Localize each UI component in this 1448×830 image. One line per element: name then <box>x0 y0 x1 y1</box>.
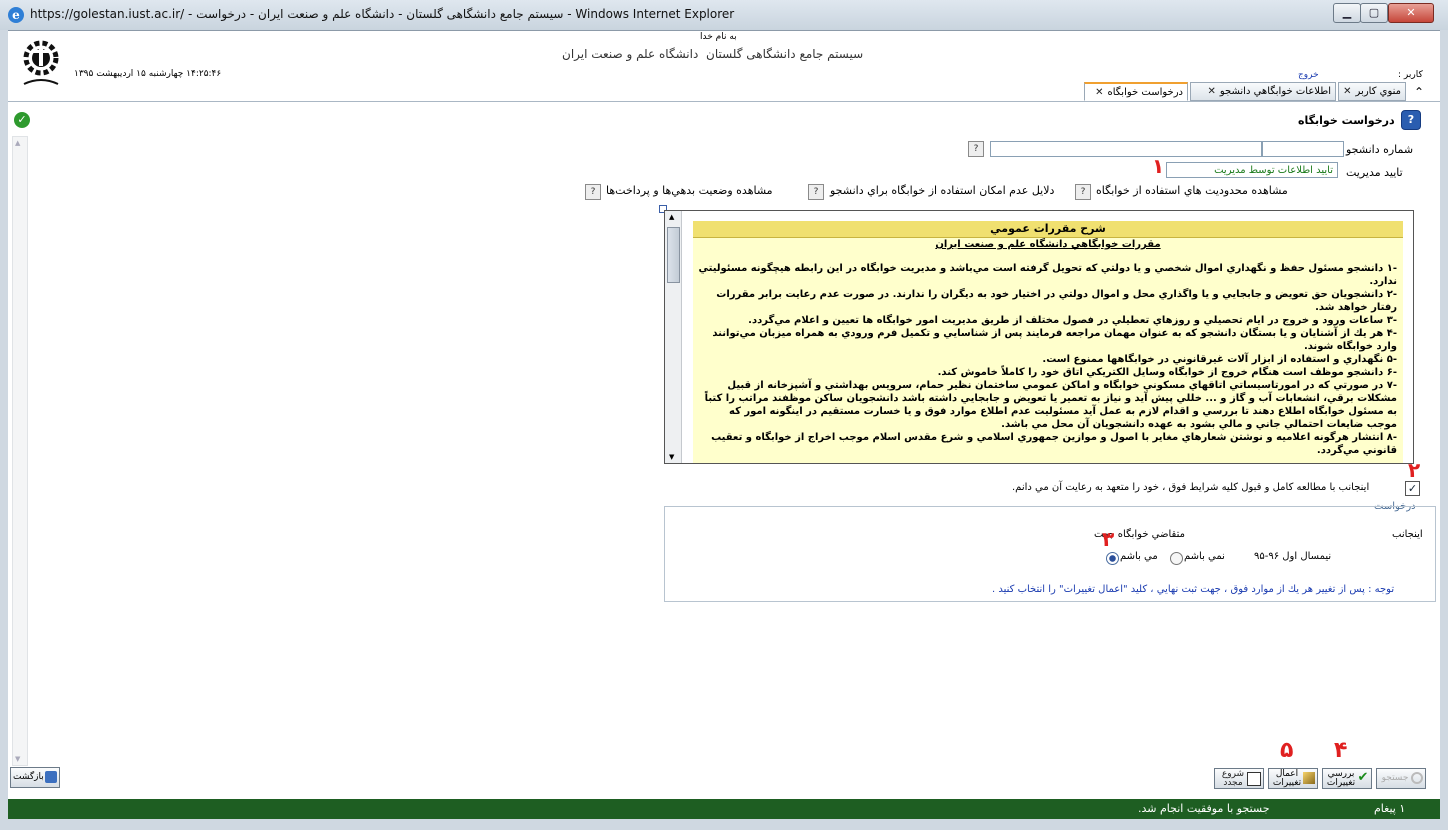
ineligibility-reasons-link[interactable]: دلايل عدم امكان استفاده از خوابگاه براي … <box>830 184 1054 197</box>
annotation-5: ۵ <box>1280 738 1294 763</box>
help-icon[interactable]: ? <box>1401 110 1421 130</box>
binoculars-icon <box>1411 772 1423 784</box>
pencil-icon <box>1303 772 1315 784</box>
tab-close-icon[interactable]: ✕ <box>1095 87 1103 98</box>
rule-item: -۵ نگهداري و استفاده از ابزار آلات غيرقا… <box>1042 354 1397 365</box>
search-button[interactable]: جستجو <box>1376 768 1426 789</box>
university-logo-icon <box>23 40 59 85</box>
tab-bar: منوي كاربر ✕ اطلاعات خوابگاهي دانشجو ✕ درخ… <box>1084 82 1432 102</box>
management-approval-status: تاييد اطلاعات توسط مديريت <box>1166 162 1338 178</box>
datetime-text: ۱۴:۲۵:۴۶ چهارشنبه ۱۵ اردیبهشت ۱۳۹۵ <box>74 69 222 79</box>
restart-button-label: شروع مجدد <box>1221 769 1245 788</box>
tab-user-menu[interactable]: منوي كاربر ✕ <box>1338 82 1406 101</box>
rule-item: -۱ دانشجو مسئول حفظ و نگهداري اموال شخصي… <box>698 263 1398 287</box>
tab-label: درخواست خوابگاه <box>1107 87 1183 98</box>
annotation-2: ۲ <box>1408 458 1421 482</box>
rules-heading: شرح مقررات عمومي <box>693 221 1403 238</box>
university-name: دانشگاه علم و صنعت ایران <box>562 47 699 61</box>
apply-changes-label: اعمال تغييرات <box>1272 769 1302 788</box>
search-button-label: جستجو <box>1381 773 1409 783</box>
window-title: https://golestan.iust.ac.ir/ - سیستم جام… <box>30 7 735 21</box>
ie-logo-icon: e <box>8 7 24 23</box>
user-label: کاربر : <box>1398 70 1423 80</box>
status-message: جستجو با موفقيت انجام شد. <box>1138 802 1270 815</box>
maximize-button[interactable]: ▢ <box>1360 3 1388 23</box>
page-scrollbar[interactable]: ▲ ▼ <box>12 136 28 766</box>
system-name: سیستم جامع دانشگاهی گلستان <box>706 47 864 61</box>
scroll-down-icon[interactable]: ▼ <box>669 453 674 461</box>
bottom-frame <box>8 819 1440 830</box>
restart-icon <box>1247 772 1261 786</box>
back-button[interactable]: بازگشت <box>10 767 60 788</box>
rule-item: -۳ ساعات ورود و خروج در ايام تحصيلي و رو… <box>748 315 1397 326</box>
close-window-button[interactable]: ✕ <box>1388 3 1434 23</box>
restrictions-link[interactable]: مشاهده محدوديت هاي استفاده از خوابگاه <box>1096 184 1288 197</box>
student-name-field <box>990 141 1262 157</box>
tab-label: منوي كاربر <box>1355 86 1401 97</box>
scrollbar-thumb[interactable] <box>667 227 680 283</box>
management-approval-label: تاييد مديريت <box>1346 166 1403 179</box>
message-count[interactable]: ۱ پیغام <box>1374 802 1405 815</box>
rule-item: -۴ هر يك از آشنايان و يا بستگان دانشجو ك… <box>712 328 1397 352</box>
applicant-label: اينجانب <box>1392 529 1423 540</box>
restrictions-help-icon[interactable]: ? <box>1075 184 1091 200</box>
logout-link[interactable]: خروج <box>1298 70 1319 80</box>
student-number-label: شماره دانشجو <box>1346 143 1414 156</box>
success-check-icon: ✓ <box>14 112 30 128</box>
rules-panel: ▲ ▼ شرح مقررات عمومي مقررات خوابگاهي دان… <box>664 210 1414 464</box>
scroll-up-icon[interactable]: ▲ <box>15 139 20 147</box>
rule-item: -۸ انتشار هرگونه اعلاميه و نوشتن شعارهاي… <box>711 432 1397 456</box>
tab-label: اطلاعات خوابگاهي دانشجو <box>1219 86 1331 97</box>
page-title: درخواست خوابگاه <box>1298 114 1395 127</box>
rule-item: -۶ دانشجو موظف است هنگام خروج از خوابگاه… <box>937 367 1397 378</box>
rule-item: -۷ در صورتي كه در امورتاسيساتي اتاقهاي م… <box>704 380 1397 430</box>
debts-help-icon[interactable]: ? <box>585 184 601 200</box>
tab-dorm-info[interactable]: اطلاعات خوابگاهي دانشجو ✕ <box>1190 82 1336 101</box>
rules-scrollbar[interactable]: ▲ ▼ <box>665 211 682 463</box>
rules-subheading: مقررات خوابگاهي دانشگاه علم و صنعت ايران <box>935 239 1161 250</box>
tab-divider <box>8 101 1440 102</box>
back-arrow-icon <box>45 771 57 783</box>
rule-item: -۲ دانشجويان حق تعويض و جابجايي و يا واگ… <box>716 289 1397 313</box>
option-no-label: نمي باشم <box>1184 551 1225 562</box>
minimize-button[interactable]: ▁ <box>1333 3 1361 23</box>
term-label: نيمسال اول ۹۶-۹۵ <box>1254 551 1332 562</box>
back-button-label: بازگشت <box>13 772 44 782</box>
agreement-text: اينجانب با مطالعه كامل و قبول كليه شرايط… <box>1012 482 1370 493</box>
option-no-radio[interactable] <box>1170 552 1183 565</box>
option-yes-radio[interactable] <box>1106 552 1119 565</box>
tab-dorm-request[interactable]: درخواست خوابگاه ✕ <box>1084 82 1188 101</box>
review-changes-button[interactable]: بررسي تغييرات ✔ <box>1322 768 1372 789</box>
status-bar: ۱ پیغام جستجو با موفقيت انجام شد. <box>8 799 1440 819</box>
annotation-4: ۴ <box>1334 738 1348 763</box>
left-frame <box>0 30 8 830</box>
rules-content: شرح مقررات عمومي مقررات خوابگاهي دانشگاه… <box>693 221 1403 463</box>
apply-changes-button[interactable]: اعمال تغييرات <box>1268 768 1318 789</box>
window-title-bar: e https://golestan.iust.ac.ir/ - سیستم ج… <box>0 0 1448 31</box>
bismillah-text: به نام خدا <box>700 32 737 42</box>
review-changes-label: بررسي تغييرات <box>1326 769 1356 788</box>
annotation-1: ۱ <box>1152 154 1165 178</box>
annotation-3: ۳ <box>1102 527 1115 551</box>
scroll-down-icon[interactable]: ▼ <box>15 755 20 763</box>
tab-close-icon[interactable]: ✕ <box>1343 86 1351 97</box>
student-number-input[interactable] <box>1262 141 1344 157</box>
scroll-up-icon[interactable]: ▲ <box>669 213 674 221</box>
checkmark-icon: ✔ <box>1357 770 1369 785</box>
apply-changes-note: توجه : پس از تغيير هر يك از موارد فوق ، … <box>992 584 1395 595</box>
user-name-field <box>1346 68 1396 80</box>
agreement-checkbox[interactable]: ✓ <box>1405 481 1420 496</box>
tab-close-icon[interactable]: ✕ <box>1207 86 1215 97</box>
restart-button[interactable]: شروع مجدد <box>1214 768 1264 789</box>
debts-status-link[interactable]: مشاهده وضعيت بدهي‌ها و پرداخت‌ها <box>606 184 773 197</box>
student-lookup-help-icon[interactable]: ? <box>968 141 984 157</box>
reasons-help-icon[interactable]: ? <box>808 184 824 200</box>
right-frame <box>1440 30 1448 830</box>
option-yes-label: مي باشم <box>1120 551 1158 562</box>
